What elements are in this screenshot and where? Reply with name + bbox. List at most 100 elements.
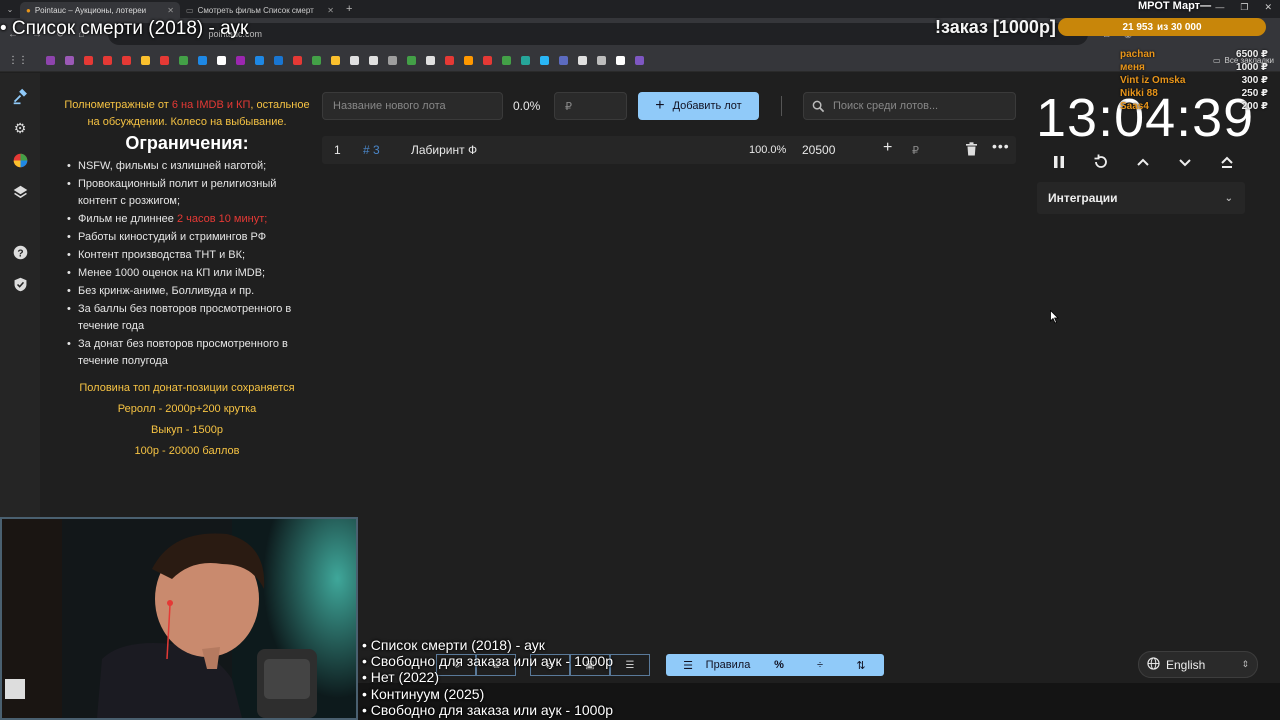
bookmark-icon[interactable] [350, 56, 359, 65]
webcam-image [2, 519, 356, 718]
bookmark-icon[interactable] [540, 56, 549, 65]
restriction-item: За баллы без повторов просмотренного в т… [67, 301, 312, 335]
bookmark-icon[interactable] [293, 56, 302, 65]
donor-amount: 300 ₽ [1241, 75, 1268, 86]
help-icon[interactable]: ? [11, 243, 29, 261]
svg-text:?: ? [17, 248, 23, 259]
sort-icon[interactable]: ⇅ [840, 659, 882, 672]
more-options-icon[interactable]: ••• [992, 138, 1010, 154]
integrations-accordion[interactable]: Интеграции ⌄ [1037, 182, 1245, 214]
bookmark-icon[interactable] [331, 56, 340, 65]
lot-search-input[interactable]: Поиск среди лотов... [803, 92, 1016, 120]
bookmark-icon[interactable] [388, 56, 397, 65]
add-lot-button[interactable]: + Добавить лот [638, 92, 759, 120]
close-tab-icon[interactable]: ✕ [327, 6, 334, 15]
split-icon[interactable]: ÷ [800, 659, 840, 671]
chevron-up-icon[interactable] [1134, 153, 1152, 171]
bookmark-icon[interactable] [597, 56, 606, 65]
restore-icon[interactable]: ❐ [1240, 2, 1248, 13]
pause-icon[interactable] [1050, 153, 1068, 171]
bookmark-icon[interactable] [312, 56, 321, 65]
double-up-icon[interactable] [1218, 153, 1236, 171]
new-tab-icon[interactable]: + [340, 3, 358, 15]
rules-footer: Половина топ донат-позиции сохраняется [79, 382, 295, 394]
select-arrows-icon: ⇕ [1241, 659, 1249, 669]
length-text: Фильм не длиннее [78, 213, 177, 225]
bookmark-icon[interactable] [236, 56, 245, 65]
donor-amount: 250 ₽ [1241, 88, 1268, 99]
bookmark-icon[interactable] [198, 56, 207, 65]
delete-icon[interactable] [965, 142, 978, 159]
tab-title: Pointauc – Аукционы, лотереи [34, 5, 147, 15]
bookmark-icon[interactable] [559, 56, 568, 65]
lot-amount[interactable]: 20500 [802, 143, 835, 157]
percent-icon[interactable]: % [758, 659, 800, 671]
bookmark-icon[interactable] [521, 56, 530, 65]
restriction-item-length: Фильм не длиннее 2 часов 10 минут; [67, 211, 312, 228]
restrictions-heading: Ограничения: [125, 133, 249, 153]
bookmark-icon[interactable] [407, 56, 416, 65]
donor-amount: 6500 ₽ [1236, 49, 1268, 60]
bookmark-icon[interactable] [578, 56, 587, 65]
shield-icon[interactable] [11, 275, 29, 293]
wheel-icon[interactable] [11, 151, 29, 169]
bookmark-icon[interactable] [65, 56, 74, 65]
lot-name[interactable]: Лабиринт Ф [411, 143, 477, 157]
restriction-item: Менее 1000 оценок на КП или iMDB; [67, 265, 312, 282]
language-select[interactable]: English ⇕ [1138, 651, 1258, 678]
close-window-icon[interactable]: ✕ [1264, 2, 1272, 13]
tab-pointauc[interactable]: ● Pointauc – Аукционы, лотереи ✕ [20, 2, 180, 18]
rules-intro-text: Полнометражные от [64, 99, 172, 111]
bookmark-icon[interactable] [46, 56, 55, 65]
minimize-icon[interactable]: — [1215, 2, 1224, 13]
bookmark-icon[interactable] [426, 56, 435, 65]
donor-name: Vint iz Omska [1120, 75, 1186, 86]
bookmark-icon[interactable] [179, 56, 188, 65]
lot-name-placeholder: Название нового лота [333, 100, 446, 112]
bookmark-icon[interactable] [141, 56, 150, 65]
layers-icon[interactable] [11, 183, 29, 201]
bookmark-icon[interactable] [616, 56, 625, 65]
close-tab-icon[interactable]: ✕ [167, 6, 174, 15]
clear-list-icon[interactable]: ☰ [610, 654, 650, 676]
auction-hammer-icon[interactable] [11, 87, 29, 105]
tab-movie[interactable]: ▭ Смотреть фильм Список смерт ✕ [180, 2, 340, 18]
bookmark-icon[interactable] [217, 56, 226, 65]
bookmark-icon[interactable] [160, 56, 169, 65]
apps-grid-icon[interactable]: ⋮⋮ [8, 55, 28, 66]
lot-currency[interactable]: ₽ [912, 144, 919, 157]
bookmarks-bar: ⋮⋮ ▭ Все закладки [0, 50, 1280, 72]
reset-icon[interactable] [1092, 153, 1110, 171]
bookmark-icon[interactable] [445, 56, 454, 65]
donor-name: Nikki 88 [1120, 88, 1158, 99]
bookmark-icon[interactable] [464, 56, 473, 65]
bookmark-icon[interactable] [122, 56, 131, 65]
bookmark-icon[interactable] [255, 56, 264, 65]
bookmark-icon[interactable] [502, 56, 511, 65]
lot-index: 1 [334, 143, 341, 157]
mouse-cursor-icon [1050, 310, 1059, 324]
length-limit: 2 часов 10 минут; [176, 213, 268, 225]
restriction-item: За донат без повторов просмотренного в т… [67, 336, 312, 370]
chevron-down-icon[interactable] [1176, 153, 1194, 171]
list-icon[interactable]: ☰ [678, 659, 698, 672]
lot-amount-input[interactable]: ₽ [554, 92, 627, 120]
browser-tab-bar: ⌄ ● Pointauc – Аукционы, лотереи ✕ ▭ Смо… [0, 0, 1280, 18]
bookmark-icon[interactable] [483, 56, 492, 65]
lot-id[interactable]: # 3 [363, 143, 380, 157]
lot-row[interactable]: 1 # 3 Лабиринт Ф 100.0% 20500 + ₽ ••• [322, 136, 1016, 164]
bookmark-icon[interactable] [103, 56, 112, 65]
tab-list-icon[interactable]: ⌄ [0, 5, 20, 14]
rules-rate: 100р - 20000 баллов [134, 445, 240, 457]
bookmark-icon[interactable] [635, 56, 644, 65]
rules-button[interactable]: Правила [698, 659, 758, 671]
add-amount-icon[interactable]: + [883, 139, 892, 157]
lot-name-input[interactable]: Название нового лота [322, 92, 503, 120]
bookmark-icon[interactable] [369, 56, 378, 65]
add-lot-label: Добавить лот [672, 100, 742, 112]
globe-icon [1147, 656, 1160, 673]
lot-toolbar: Название нового лота 0.0% ₽ + Добавить л… [322, 92, 1022, 120]
gear-icon[interactable]: ⚙ [11, 119, 29, 137]
bookmark-icon[interactable] [274, 56, 283, 65]
bookmark-icon[interactable] [84, 56, 93, 65]
